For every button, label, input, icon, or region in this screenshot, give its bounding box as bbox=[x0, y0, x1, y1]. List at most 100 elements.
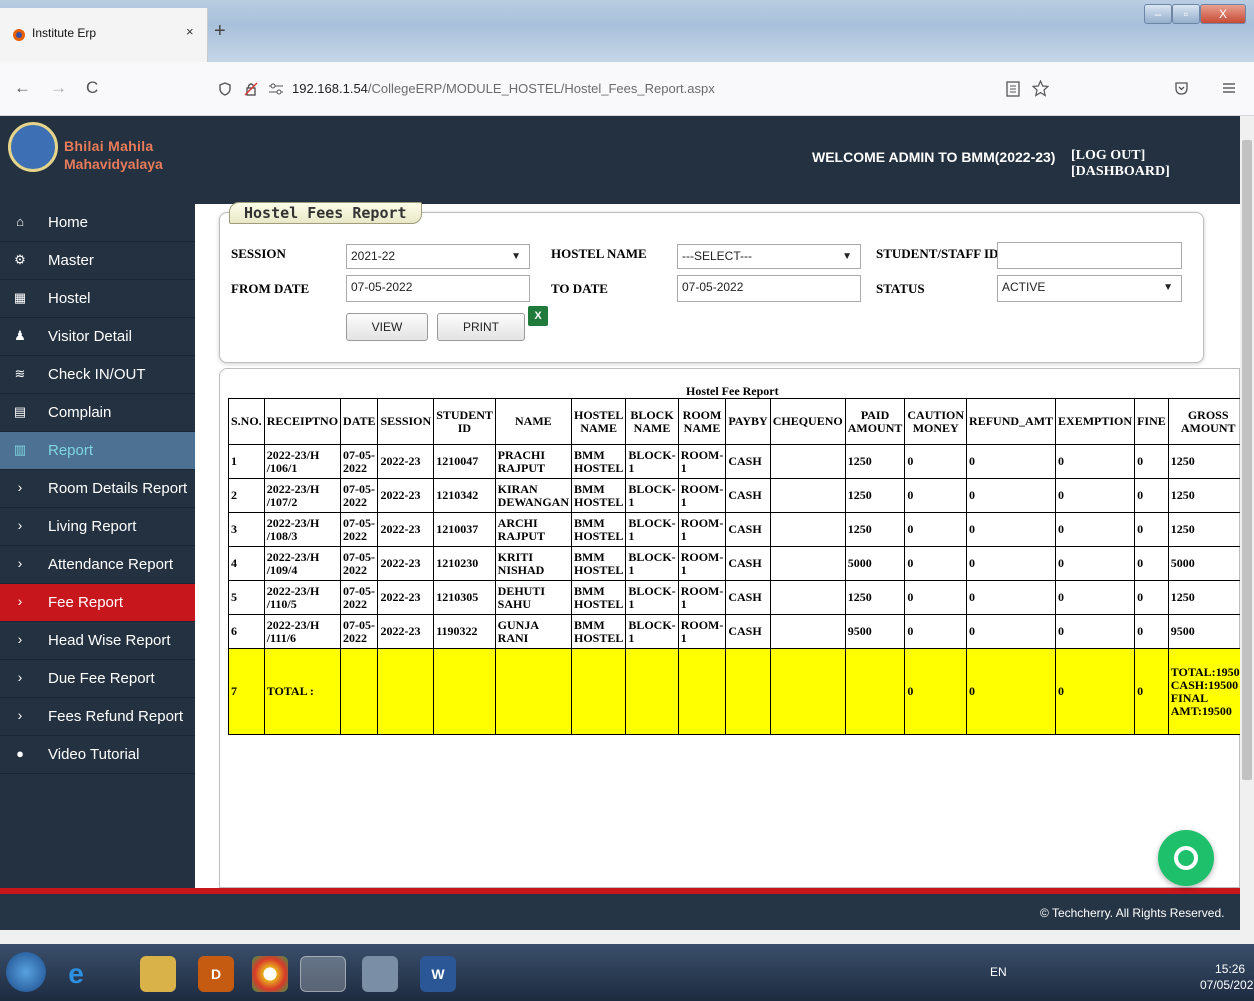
reader-view-icon[interactable] bbox=[1006, 81, 1020, 97]
column-header[interactable]: CHEQUENO bbox=[769, 398, 846, 445]
sidebar-item-master[interactable]: ⚙ Master bbox=[0, 242, 195, 280]
start-button[interactable] bbox=[6, 952, 46, 992]
total-empty-cell bbox=[677, 648, 727, 735]
minimize-button[interactable]: – bbox=[1144, 4, 1172, 24]
calculator-icon[interactable] bbox=[362, 956, 398, 992]
tab-close-icon[interactable]: × bbox=[186, 24, 194, 39]
column-header[interactable]: PAYBY bbox=[725, 398, 771, 445]
sidebar-item-hostel[interactable]: ▦ Hostel bbox=[0, 280, 195, 318]
chrome-icon[interactable] bbox=[252, 956, 288, 992]
view-button[interactable]: VIEW bbox=[346, 313, 428, 341]
internet-explorer-icon[interactable]: e bbox=[58, 956, 94, 992]
table-cell: 0 bbox=[966, 478, 1057, 513]
table-cell: 0 bbox=[1055, 478, 1136, 513]
from-date-label: FROM DATE bbox=[231, 281, 310, 296]
logout-dashboard-links[interactable]: [LOG OUT] [DASHBOARD] bbox=[1071, 148, 1240, 180]
table-row: 6 2022-23/H /111/6 07-05-2022 2022-23 119032… bbox=[228, 614, 1240, 649]
sidebar-item-home[interactable]: ⌂ Home bbox=[0, 204, 195, 242]
hamburger-menu-icon[interactable] bbox=[1222, 82, 1236, 94]
language-indicator[interactable]: EN bbox=[990, 965, 1007, 979]
back-button[interactable]: ← bbox=[14, 78, 31, 98]
chevron-right-icon: › bbox=[17, 593, 23, 609]
table-cell: CASH bbox=[725, 580, 771, 615]
vertical-scroll-thumb[interactable] bbox=[1242, 140, 1252, 780]
shield-icon[interactable] bbox=[218, 82, 232, 96]
table-cell: 0 bbox=[904, 546, 968, 581]
table-cell: BMM HOSTEL bbox=[570, 546, 627, 581]
table-cell: CASH bbox=[725, 478, 771, 513]
column-header[interactable]: STUDENT ID bbox=[433, 398, 496, 445]
total-empty-cell bbox=[625, 648, 679, 735]
column-header[interactable]: CAUTION MONEY bbox=[904, 398, 968, 445]
table-cell: 5000 bbox=[1167, 546, 1240, 581]
table-cell: 1210342 bbox=[433, 478, 496, 513]
session-select[interactable]: 2021-22 ▼ bbox=[346, 244, 530, 269]
horizontal-scrollbar[interactable] bbox=[0, 930, 1254, 944]
media-app-icon[interactable]: D bbox=[198, 956, 234, 992]
column-header[interactable]: NAME bbox=[494, 398, 572, 445]
file-explorer-icon[interactable] bbox=[140, 956, 176, 992]
table-cell: 3 bbox=[228, 512, 265, 547]
print-button[interactable]: PRINT bbox=[437, 313, 525, 341]
permissions-icon[interactable] bbox=[268, 83, 284, 95]
sidebar-item-report[interactable]: ▥ Report bbox=[0, 432, 195, 470]
student-id-input[interactable] bbox=[997, 242, 1182, 269]
panel-legend: Hostel Fees Report bbox=[229, 202, 422, 224]
close-window-button[interactable]: X bbox=[1200, 4, 1246, 24]
column-header[interactable]: FINE bbox=[1134, 398, 1169, 445]
session-value: 2021-22 bbox=[351, 249, 396, 263]
new-tab-button[interactable]: + bbox=[214, 20, 226, 43]
sidebar-item-fees-refund-report[interactable]: › Fees Refund Report bbox=[0, 698, 195, 736]
table-cell: 2022-23 bbox=[377, 444, 435, 479]
sidebar-item-video-tutorial[interactable]: ● Video Tutorial bbox=[0, 736, 195, 774]
column-header[interactable]: DATE bbox=[340, 398, 379, 445]
from-date-input[interactable]: 07-05-2022 bbox=[346, 275, 530, 302]
table-cell: ROOM-1 bbox=[677, 512, 727, 547]
maximize-button[interactable]: ▫ bbox=[1172, 4, 1200, 24]
sidebar-item-living-report[interactable]: › Living Report bbox=[0, 508, 195, 546]
sidebar-item-fee-report[interactable]: › Fee Report bbox=[0, 584, 195, 622]
table-cell: BMM HOSTEL bbox=[570, 478, 627, 513]
word-icon[interactable]: W bbox=[420, 956, 456, 992]
sidebar-item-check-in-out[interactable]: ≋ Check IN/OUT bbox=[0, 356, 195, 394]
total-label: TOTAL : bbox=[263, 648, 342, 735]
address-bar[interactable]: 192.168.1.54/CollegeERP/MODULE_HOSTEL/Ho… bbox=[292, 81, 715, 96]
taskbar-clock[interactable]: 15:26 07/05/2022 bbox=[1200, 961, 1254, 993]
excel-export-icon[interactable]: X bbox=[528, 306, 548, 326]
sidebar-item-due-fee-report[interactable]: › Due Fee Report bbox=[0, 660, 195, 698]
table-cell: CASH bbox=[725, 546, 771, 581]
hostel-name-select[interactable]: ---SELECT--- ▼ bbox=[677, 244, 861, 269]
forward-button[interactable]: → bbox=[50, 78, 67, 98]
sidebar-item-complain[interactable]: ▤ Complain bbox=[0, 394, 195, 432]
welcome-text: WELCOME ADMIN TO BMM(2022-23) bbox=[812, 149, 1056, 165]
column-header[interactable]: REFUND_AMT bbox=[966, 398, 1057, 445]
chat-widget-button[interactable] bbox=[1158, 830, 1214, 886]
status-select[interactable]: ACTIVE ▼ bbox=[997, 275, 1182, 302]
browser-tab[interactable]: Institute Erp × bbox=[0, 8, 208, 62]
bookmark-star-icon[interactable] bbox=[1032, 80, 1049, 97]
play-circle-icon: ● bbox=[16, 746, 24, 761]
column-header[interactable]: ROOM NAME bbox=[677, 398, 727, 445]
sidebar-item-visitor-detail[interactable]: ♟ Visitor Detail bbox=[0, 318, 195, 356]
firefox-taskbar-icon[interactable] bbox=[300, 956, 346, 992]
reload-button[interactable]: C bbox=[86, 78, 98, 98]
column-header[interactable]: EXEMPTION bbox=[1055, 398, 1136, 445]
sidebar-item-attendance-report[interactable]: › Attendance Report bbox=[0, 546, 195, 584]
window-controls: – ▫ X bbox=[1144, 4, 1248, 26]
column-header[interactable]: SESSION bbox=[377, 398, 435, 445]
table-cell: BLOCK-1 bbox=[625, 478, 679, 513]
sidebar-item-room-details-report[interactable]: › Room Details Report bbox=[0, 470, 195, 508]
table-cell: 2022-23/H /107/2 bbox=[263, 478, 342, 513]
column-header[interactable]: RECEIPTNO bbox=[263, 398, 342, 445]
chevron-down-icon: ▼ bbox=[511, 251, 521, 262]
column-header[interactable]: S.NO. bbox=[228, 398, 265, 445]
pocket-icon[interactable] bbox=[1174, 81, 1189, 96]
column-header[interactable]: HOSTEL NAME bbox=[570, 398, 627, 445]
table-header-row: S.NO. RECEIPTNO DATE SESSION STUDENT ID NAME H… bbox=[228, 398, 1240, 445]
to-date-input[interactable]: 07-05-2022 bbox=[677, 275, 861, 302]
insecure-lock-icon[interactable] bbox=[244, 82, 258, 96]
sidebar-item-head-wise-report[interactable]: › Head Wise Report bbox=[0, 622, 195, 660]
column-header[interactable]: PAID AMOUNT bbox=[844, 398, 906, 445]
column-header[interactable]: GROSS AMOUNT bbox=[1167, 398, 1240, 445]
column-header[interactable]: BLOCK NAME bbox=[625, 398, 679, 445]
